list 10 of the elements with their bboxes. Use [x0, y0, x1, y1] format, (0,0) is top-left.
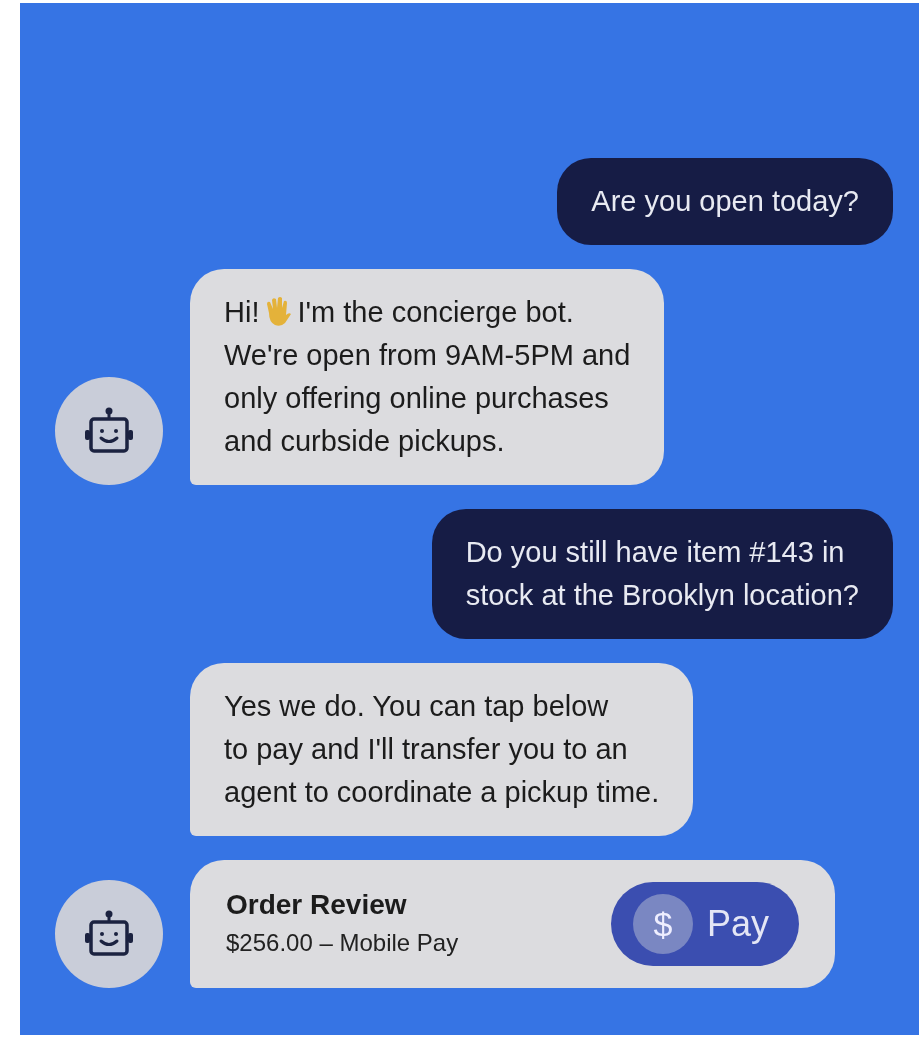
card-subtitle: $256.00 – Mobile Pay	[226, 928, 459, 958]
message-text: We're open from 9AM-5PM and only offering online purchases and curbside pickups.	[224, 338, 631, 459]
message-bubble: Are you open today?	[557, 158, 893, 245]
dollar-icon: $	[632, 894, 693, 954]
greeting-text: Hi!	[224, 296, 260, 328]
message-text: I'm the concierge bot.	[297, 296, 574, 328]
message-bubble: Do you still have item #143 in stock at the Brooklyn location?	[431, 509, 893, 639]
pay-button[interactable]: $ Pay	[610, 882, 799, 966]
card-title: Order Review	[226, 888, 408, 922]
message-bubble: Yes we do. You can tap below to pay and I'll transfer you to an agent to coordinate a pickup time.	[190, 663, 694, 836]
